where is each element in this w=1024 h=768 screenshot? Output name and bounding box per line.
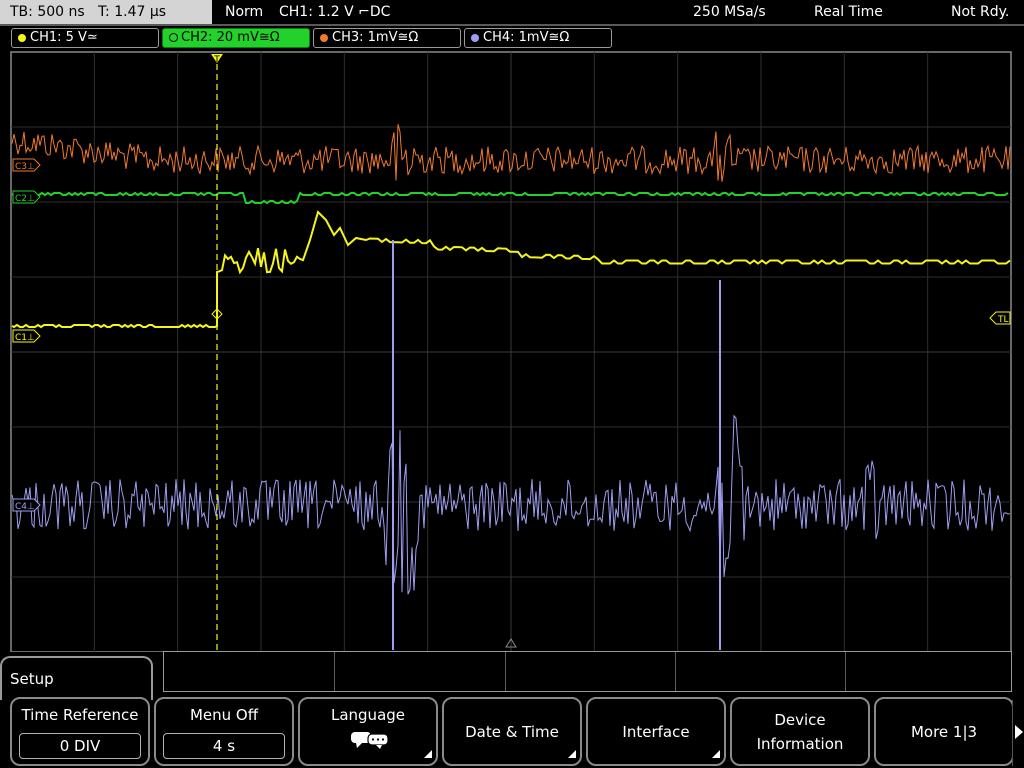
info-strip-divider xyxy=(505,652,506,691)
ch4-color-dot xyxy=(471,34,479,42)
language-softkey[interactable]: Language xyxy=(298,697,438,766)
channel-tab-ch3[interactable]: CH3: 1mV≅Ω xyxy=(313,28,461,48)
interface-softkey[interactable]: Interface xyxy=(586,697,726,766)
menu-title: Setup xyxy=(10,670,54,688)
time-reference-value[interactable]: 0 DIV xyxy=(19,733,141,759)
next-page-arrow[interactable] xyxy=(1012,700,1024,766)
channel-tab-label: CH1: 5 V≃ xyxy=(30,30,98,45)
status-bar: TB: 500 ns T: 1.47 µs Norm CH1: 1.2 V ⌐D… xyxy=(0,0,1024,24)
arrow-right-icon xyxy=(1015,725,1023,739)
submenu-indicator-icon xyxy=(568,750,576,758)
trigger-source[interactable]: CH1: 1.2 V ⌐DC xyxy=(279,0,390,24)
channel-tab-ch1[interactable]: CH1: 5 V≃ xyxy=(11,28,159,48)
ch1-ground-label: C1⊥ xyxy=(15,333,35,343)
ch2-ground-label: C2⊥ xyxy=(15,194,35,204)
trigger-level-label: TL xyxy=(997,315,1009,325)
channel-tab-ch2[interactable]: CH2: 20 mV≅Ω xyxy=(162,28,310,48)
softkey-label: Date & Time xyxy=(465,723,559,741)
softkey-label: More 1|3 xyxy=(910,723,978,741)
submenu-indicator-icon xyxy=(424,750,432,758)
trigger-position-letter: T xyxy=(213,55,220,65)
date-time-softkey[interactable]: Date & Time xyxy=(442,697,582,766)
ch1-color-dot xyxy=(18,34,26,42)
channel-tab-ch4[interactable]: CH4: 1mV≅Ω xyxy=(464,28,612,48)
channel-tab-label: CH4: 1mV≅Ω xyxy=(483,30,570,45)
softkey-label: Language xyxy=(330,706,406,724)
channel-tab-label: CH2: 20 mV≅Ω xyxy=(181,30,280,45)
trigger-mode[interactable]: Norm xyxy=(225,0,263,24)
menu-off-softkey[interactable]: Menu Off 4 s xyxy=(154,697,294,766)
submenu-indicator-icon xyxy=(712,750,720,758)
softkey-label-line1: Device xyxy=(774,711,826,729)
more-softkey[interactable]: More 1|3 xyxy=(874,697,1014,766)
menu-off-value[interactable]: 4 s xyxy=(163,733,285,759)
status-separator xyxy=(0,24,1024,26)
softkey-label: Menu Off xyxy=(189,706,259,724)
menu-title-tab: Setup xyxy=(0,656,153,700)
acquisition-mode: Real Time xyxy=(814,4,883,20)
info-strip xyxy=(163,651,1012,692)
info-strip-divider xyxy=(845,652,846,691)
info-strip-divider xyxy=(334,652,335,691)
acquisition-state: Not Rdy. xyxy=(951,4,1010,20)
time-reference-softkey[interactable]: Time Reference 0 DIV xyxy=(10,697,150,766)
sample-rate: 250 MSa/s xyxy=(693,4,766,20)
ch2-color-dot xyxy=(169,33,178,42)
info-strip-divider xyxy=(675,652,676,691)
timebase-box[interactable]: TB: 500 ns T: 1.47 µs xyxy=(0,0,212,24)
timebase-value: TB: 500 ns xyxy=(10,4,85,20)
softkey-label-line2: Information xyxy=(756,735,844,753)
speech-bubbles-icon xyxy=(351,732,389,749)
softkey-label: Interface xyxy=(622,723,690,741)
device-information-softkey[interactable]: Device Information xyxy=(730,697,870,766)
waveform-display[interactable]: T C3⊥ C2⊥ C1⊥ C4⊥ TL xyxy=(0,50,1024,652)
ch3-ground-label: C3⊥ xyxy=(15,162,35,172)
channel-tab-label: CH3: 1mV≅Ω xyxy=(332,30,419,45)
trigger-time-value: T: 1.47 µs xyxy=(98,4,167,20)
softkey-label: Time Reference xyxy=(21,706,139,724)
ch3-color-dot xyxy=(320,34,328,42)
ch4-ground-label: C4⊥ xyxy=(15,502,35,512)
